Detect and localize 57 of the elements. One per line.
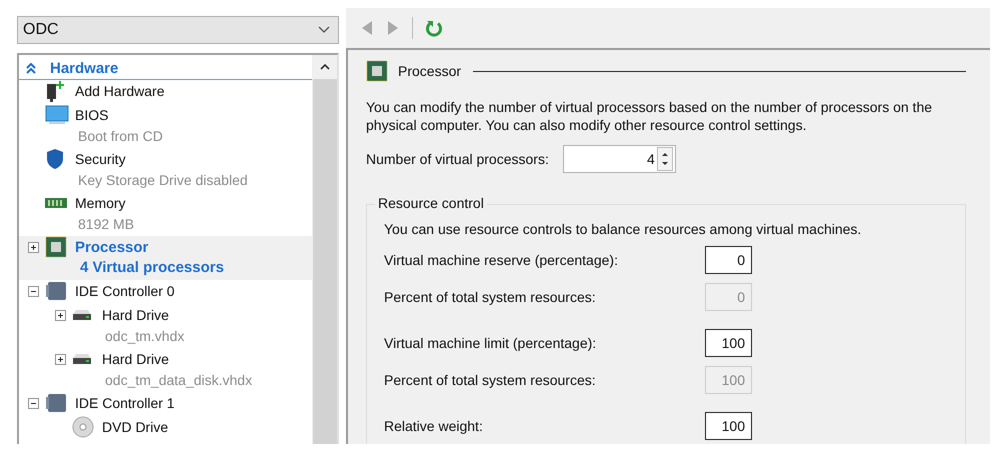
tree-item-label[interactable]: Add Hardware bbox=[75, 83, 164, 99]
selected-tree-item[interactable]: Processor 4 Virtual processors bbox=[19, 236, 312, 280]
collapse-icon[interactable] bbox=[28, 398, 38, 408]
number-field[interactable]: 0 bbox=[705, 246, 752, 274]
field-label: Percent of total system resources: bbox=[384, 372, 596, 388]
spin-arrows-icon[interactable] bbox=[656, 147, 673, 171]
tree-item-label[interactable]: Security bbox=[75, 151, 126, 167]
field-label: Percent of total system resources: bbox=[384, 289, 596, 305]
controller-icon bbox=[45, 393, 67, 413]
tree-item-detail: odc_tm_data_disk.vhdx bbox=[104, 371, 254, 390]
description-text: You can modify the number of virtual processors based on the number of processors on the physical computer. You can also modify other resource control settings. bbox=[366, 98, 934, 134]
chip-icon bbox=[45, 236, 67, 258]
tree-item-label[interactable]: Hard Drive bbox=[102, 307, 169, 323]
dropdown-value: ODC bbox=[23, 21, 59, 39]
vm-dropdown[interactable]: ODC bbox=[17, 16, 339, 44]
disk-drive-icon bbox=[72, 353, 92, 365]
tree-item-label[interactable]: DVD Drive bbox=[102, 419, 168, 435]
section-title[interactable]: Hardware bbox=[50, 60, 118, 76]
number-field: 100 bbox=[705, 366, 752, 394]
tree-item-label[interactable]: Hard Drive bbox=[102, 351, 169, 367]
number-field[interactable]: 100 bbox=[705, 412, 752, 440]
chip-icon bbox=[366, 60, 388, 82]
description-text: You can use resource controls to balance resources among virtual machines. bbox=[384, 221, 862, 237]
field-label: Relative weight: bbox=[384, 418, 483, 434]
disk-drive-icon bbox=[72, 309, 92, 321]
tree-item-detail: odc_tm.vhdx bbox=[104, 327, 186, 346]
tree-item-label[interactable]: BIOS bbox=[75, 107, 108, 123]
chevron-down-icon bbox=[318, 26, 330, 34]
memory-icon bbox=[45, 197, 67, 209]
shield-icon bbox=[45, 148, 65, 170]
scrollbar[interactable] bbox=[312, 55, 337, 444]
monitor-icon bbox=[45, 105, 69, 125]
tree-item-label: Processor bbox=[75, 238, 148, 256]
tree-item-label[interactable]: Memory bbox=[75, 195, 126, 211]
expand-icon[interactable] bbox=[54, 354, 66, 364]
group-title: Resource control bbox=[375, 195, 487, 211]
tree-item-label[interactable]: IDE Controller 0 bbox=[75, 283, 175, 299]
refresh-icon[interactable] bbox=[425, 19, 443, 37]
collapse-icon[interactable] bbox=[28, 286, 38, 296]
section-title: Processor bbox=[398, 63, 462, 79]
disc-icon bbox=[72, 416, 94, 438]
number-field: 0 bbox=[705, 283, 752, 311]
device-plus-icon bbox=[45, 80, 65, 102]
tree-item-detail: Boot from CD bbox=[77, 127, 164, 146]
number-field[interactable]: 100 bbox=[705, 329, 752, 357]
expand-icon[interactable] bbox=[28, 242, 38, 252]
tree-item-detail: 4 Virtual processors bbox=[79, 258, 225, 278]
number-spinner[interactable]: 4 bbox=[562, 145, 676, 173]
field-label: Virtual machine reserve (percentage): bbox=[384, 252, 618, 268]
tree-item-label[interactable]: IDE Controller 1 bbox=[75, 395, 175, 411]
tree-item-detail: Key Storage Drive disabled bbox=[77, 171, 249, 190]
controller-icon bbox=[45, 281, 67, 301]
expand-icon[interactable] bbox=[54, 310, 66, 320]
scroll-up-icon[interactable] bbox=[320, 63, 330, 70]
field-label: Number of virtual processors: bbox=[366, 151, 549, 167]
field-label: Virtual machine limit (percentage): bbox=[384, 335, 596, 351]
tree-item-detail: 8192 MB bbox=[77, 215, 136, 234]
